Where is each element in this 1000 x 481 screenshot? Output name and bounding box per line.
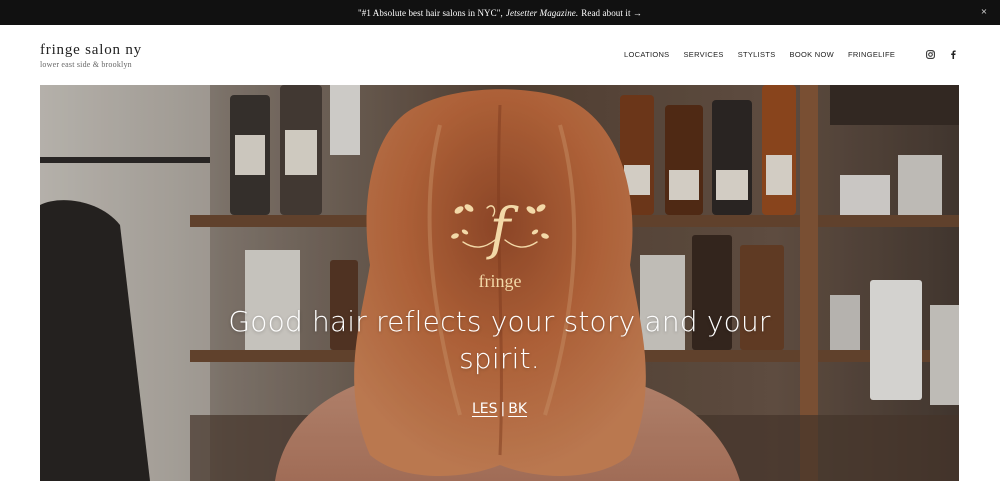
link-separator: | [500, 401, 506, 417]
social-links [926, 50, 958, 59]
brand-logo[interactable]: fringe salon ny lower east side & brookl… [40, 42, 142, 69]
site-header: fringe salon ny lower east side & brookl… [0, 25, 1000, 85]
logo-letter: f [486, 197, 520, 262]
hero-headline-line2: spirit. [459, 342, 540, 375]
facebook-icon[interactable] [949, 50, 958, 59]
brand-name: fringe salon ny [40, 42, 142, 58]
hero-headline: Good hair reflects your story and your s… [40, 303, 959, 377]
nav-book-now[interactable]: BOOK NOW [790, 50, 835, 59]
announcement-bar: "#1 Absolute best hair salons in NYC", J… [0, 0, 1000, 25]
logo-word: fringe [479, 271, 522, 291]
hero-banner: f fringe Good hair reflects your story a… [40, 85, 959, 481]
nav-fringelife[interactable]: FRINGELIFE [848, 50, 895, 59]
nav-services[interactable]: SERVICES [683, 50, 723, 59]
nav-locations[interactable]: LOCATIONS [624, 50, 669, 59]
main-nav: LOCATIONS SERVICES STYLISTS BOOK NOW FRI… [624, 50, 895, 59]
brand-tagline: lower east side & brooklyn [40, 60, 132, 69]
location-links: LES | BK [40, 401, 959, 417]
hero-headline-line1: Good hair reflects your story and your [228, 305, 771, 338]
announcement-quote: "#1 Absolute best hair salons in NYC", [357, 7, 503, 18]
announcement-source: Jetsetter Magazine. [505, 7, 579, 18]
fringe-logo-icon: f fringe [451, 197, 549, 291]
link-bk[interactable]: BK [508, 401, 527, 417]
nav-stylists[interactable]: STYLISTS [738, 50, 776, 59]
announcement-link[interactable]: "#1 Absolute best hair salons in NYC", J… [358, 8, 642, 18]
instagram-icon[interactable] [926, 50, 935, 59]
announcement-cta: Read about it → [581, 7, 643, 18]
close-icon[interactable]: × [978, 6, 990, 18]
link-les[interactable]: LES [472, 401, 498, 417]
